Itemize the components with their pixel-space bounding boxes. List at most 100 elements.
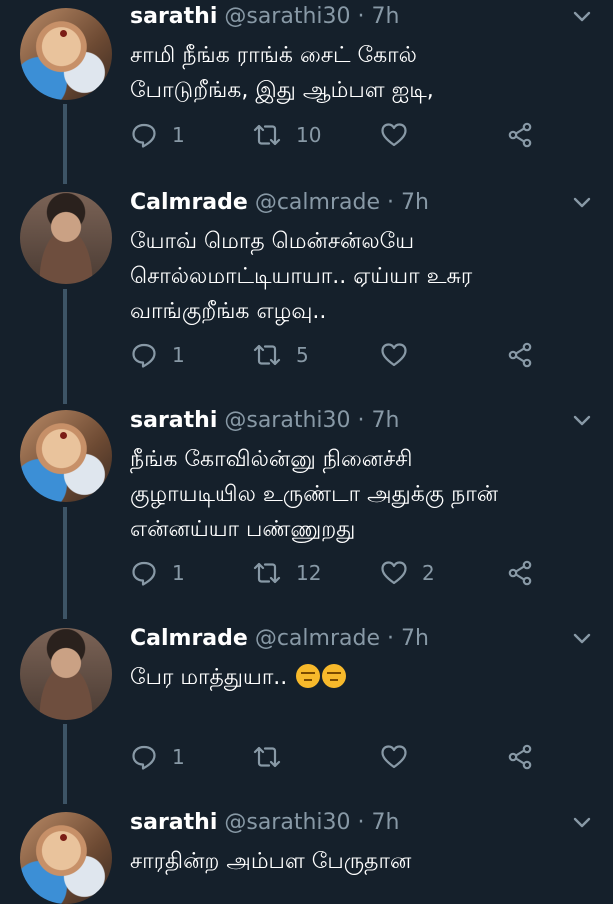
like-button[interactable] <box>380 340 422 370</box>
timestamp[interactable]: 7h <box>372 4 400 29</box>
avatar-detail <box>60 834 67 841</box>
tweet-text-line: சொல்லமாட்டியாயா.. ஏய்யா உசுர <box>130 264 473 289</box>
unamused-face-icon <box>322 664 347 688</box>
tweet-text-line: குழாயடியில உருண்டா அதுக்கு நான் <box>130 482 499 507</box>
tweet-text-line: என்னய்யா பண்ணுறது <box>130 517 356 542</box>
tweet-header: sarathi @sarathi30 · 7h <box>130 808 399 838</box>
tweet-text-line: வாங்குறீங்க எழவு.. <box>130 299 327 324</box>
separator: · <box>386 190 394 215</box>
retweet-count: 5 <box>296 343 309 367</box>
heart-icon <box>381 561 407 585</box>
display-name[interactable]: Calmrade <box>130 626 248 651</box>
avatar[interactable] <box>20 812 112 904</box>
reply-count: 1 <box>172 343 185 367</box>
unamused-face-icon <box>296 664 321 688</box>
reply-button[interactable]: 1 <box>130 558 185 588</box>
heart-icon <box>381 745 407 769</box>
separator: · <box>357 408 365 433</box>
tweet-actions: 1 <box>130 742 550 772</box>
tweet-text-line: யோவ் மொத மென்சன்லயே <box>130 229 415 254</box>
tweet-text-line: போடுறீங்க, இது ஆம்பள ஐடி, <box>130 78 434 103</box>
chevron-down-icon[interactable] <box>572 632 592 646</box>
avatar[interactable] <box>20 192 112 284</box>
tweet-text: பேர மாத்துயா.. <box>130 660 590 695</box>
tweet-text-line: பேர மாத்துயா.. <box>130 660 590 695</box>
retweet-icon <box>253 344 281 366</box>
like-button[interactable]: 2 <box>380 558 435 588</box>
avatar[interactable] <box>20 8 112 100</box>
avatar-detail <box>60 30 67 37</box>
tweet-header: sarathi @sarathi30 · 7h <box>130 406 399 436</box>
like-count: 2 <box>422 561 435 585</box>
timestamp[interactable]: 7h <box>401 190 429 215</box>
display-name[interactable]: Calmrade <box>130 190 248 215</box>
user-handle[interactable]: @sarathi30 <box>224 4 350 29</box>
retweet-icon <box>253 746 281 768</box>
chevron-down-icon[interactable] <box>572 816 592 830</box>
tweet-header: Calmrade @calmrade · 7h <box>130 188 429 218</box>
reply-button[interactable]: 1 <box>130 340 185 370</box>
tweet-actions: 1 12 2 <box>130 558 550 588</box>
tweet-text-line: நீங்க கோவில்ன்னு நினைச்சி <box>130 447 413 472</box>
retweet-button[interactable] <box>252 742 296 772</box>
avatar-detail <box>60 432 67 439</box>
tweet-header: Calmrade @calmrade · 7h <box>130 624 429 654</box>
tweet-text: யோவ் மொத மென்சன்லயே சொல்லமாட்டியாயா.. ஏய… <box>130 224 590 329</box>
chevron-down-icon[interactable] <box>572 10 592 24</box>
like-button[interactable] <box>380 120 422 150</box>
heart-icon <box>381 343 407 367</box>
avatar[interactable] <box>20 628 112 720</box>
share-button[interactable] <box>506 120 534 150</box>
separator: · <box>386 626 394 651</box>
share-button[interactable] <box>506 742 534 772</box>
separator: · <box>357 4 365 29</box>
user-handle[interactable]: @calmrade <box>255 626 380 651</box>
avatar[interactable] <box>20 410 112 502</box>
tweet-header: sarathi @sarathi30 · 7h <box>130 2 399 32</box>
thread-connector <box>63 724 67 804</box>
retweet-count: 12 <box>296 561 322 585</box>
tweet-text: சாமி நீங்க ராங்க் சைட் கோல் போடுறீங்க, இ… <box>130 38 590 108</box>
tweet-text-line: சாமி நீங்க ராங்க் சைட் கோல் <box>130 43 417 68</box>
share-icon <box>508 342 532 368</box>
separator: · <box>357 810 365 835</box>
retweet-button[interactable]: 10 <box>252 120 321 150</box>
thread-connector <box>63 289 67 404</box>
display-name[interactable]: sarathi <box>130 408 217 433</box>
chevron-down-icon[interactable] <box>572 196 592 210</box>
share-button[interactable] <box>506 558 534 588</box>
display-name[interactable]: sarathi <box>130 4 217 29</box>
retweet-button[interactable]: 5 <box>252 340 309 370</box>
user-handle[interactable]: @sarathi30 <box>224 810 350 835</box>
retweet-icon <box>253 562 281 584</box>
reply-button[interactable]: 1 <box>130 120 185 150</box>
like-button[interactable] <box>380 742 422 772</box>
reply-icon <box>132 561 156 586</box>
tweet-actions: 1 10 <box>130 120 550 150</box>
share-icon <box>508 744 532 770</box>
tweet-text-line: சாரதின்ற அம்பள பேருதான <box>130 849 412 874</box>
heart-icon <box>381 123 407 147</box>
thread-connector <box>63 104 67 184</box>
tweet-text: சாரதின்ற அம்பள பேருதான <box>130 844 590 879</box>
reply-button[interactable]: 1 <box>130 742 185 772</box>
chevron-down-icon[interactable] <box>572 414 592 428</box>
user-handle[interactable]: @calmrade <box>255 190 380 215</box>
user-handle[interactable]: @sarathi30 <box>224 408 350 433</box>
share-button[interactable] <box>506 340 534 370</box>
share-icon <box>508 122 532 148</box>
tweet-actions: 1 5 <box>130 340 550 370</box>
timestamp[interactable]: 7h <box>372 408 400 433</box>
reply-count: 1 <box>172 561 185 585</box>
timestamp[interactable]: 7h <box>401 626 429 651</box>
retweet-icon <box>253 124 281 146</box>
tweet-text: நீங்க கோவில்ன்னு நினைச்சி குழாயடியில உரு… <box>130 442 590 547</box>
retweet-count: 10 <box>296 123 322 147</box>
tweet-text-content: பேர மாத்துயா.. <box>130 665 288 690</box>
share-icon <box>508 560 532 586</box>
timestamp[interactable]: 7h <box>372 810 400 835</box>
display-name[interactable]: sarathi <box>130 810 217 835</box>
retweet-button[interactable]: 12 <box>252 558 321 588</box>
reply-count: 1 <box>172 745 185 769</box>
reply-icon <box>132 745 156 770</box>
